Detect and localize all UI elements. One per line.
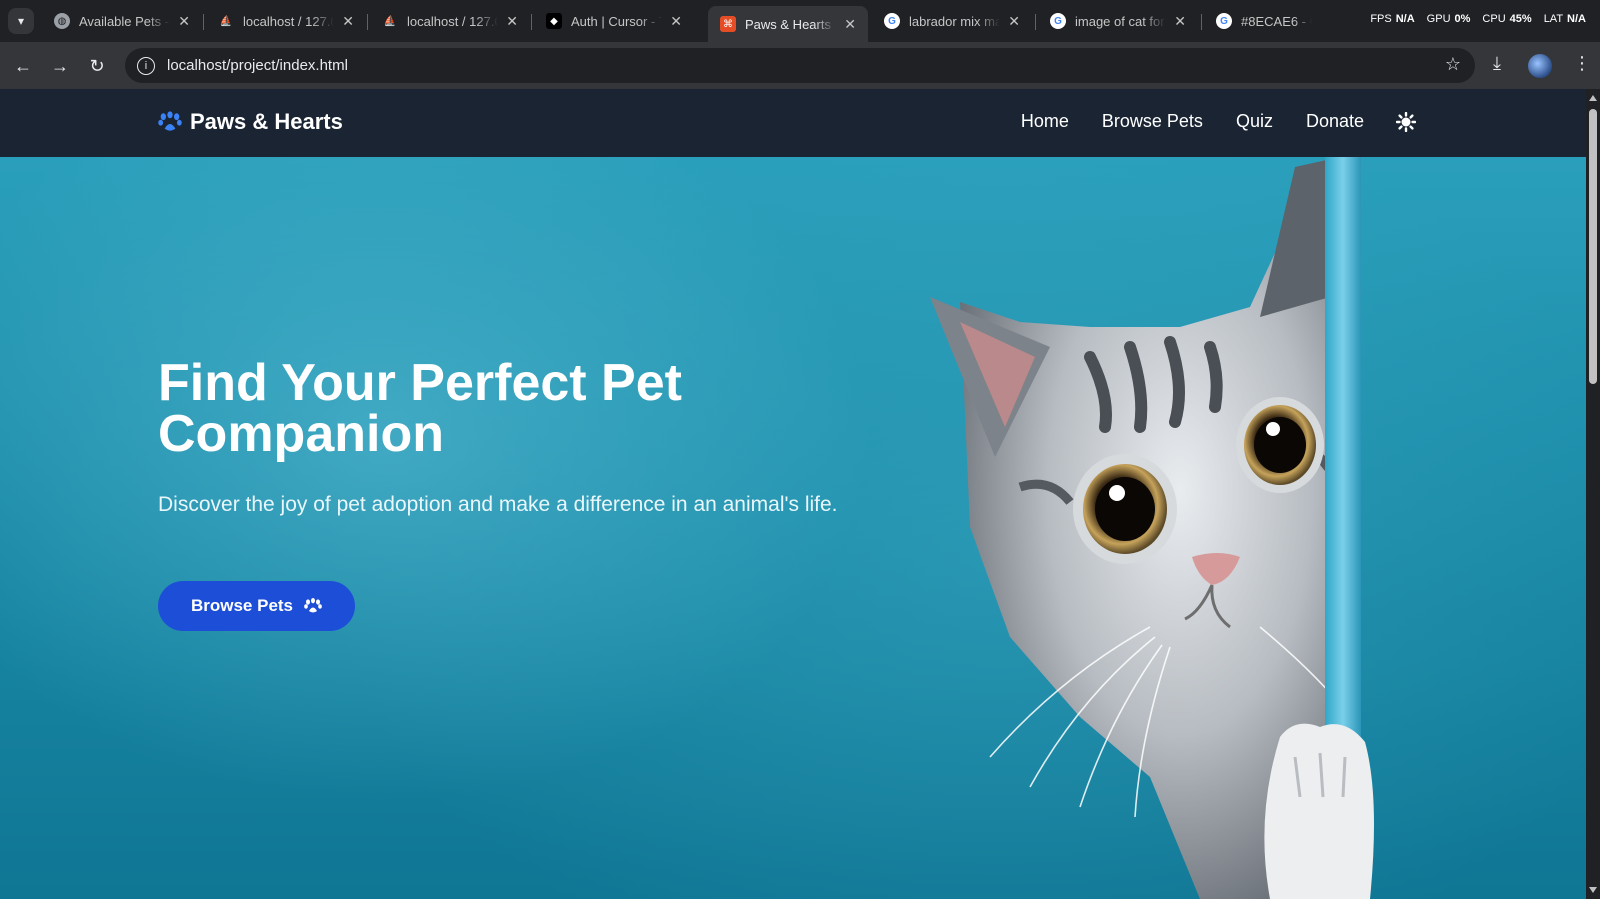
forward-button[interactable]: → [48,54,72,78]
nav-link-donate[interactable]: Donate [1306,111,1364,132]
browser-tab-strip: ▾ ◍ Available Pets - P ✕ ⛵ localhost / 1… [0,0,1600,42]
paw-logo-icon [158,111,182,131]
web-page: Find Your Perfect Pet Companion Discover… [0,89,1586,899]
browser-toolbar: ← → ↻ i localhost/project/index.html ☆ ⤓… [0,42,1600,89]
browser-tab[interactable]: G image of cat for ✕ [1038,6,1198,36]
tab-title: localhost / 127.0.0 [407,13,499,29]
cat-hero-image [930,157,1374,899]
back-button[interactable]: ← [11,54,35,78]
scroll-up-arrow[interactable] [1589,95,1597,101]
theme-toggle-button[interactable] [1396,111,1416,132]
html-icon: ⌘ [720,16,736,32]
tab-title: Available Pets - P [79,13,170,29]
performance-overlay: FPS N/A GPU 0% CPU 45% LAT N/A [1370,13,1586,25]
scroll-down-arrow[interactable] [1589,887,1597,893]
address-bar[interactable]: i localhost/project/index.html ☆ [125,48,1475,83]
google-icon: G [1050,13,1066,29]
close-icon[interactable]: ✕ [342,13,354,30]
more-menu-icon[interactable]: ⋮ [1573,53,1591,74]
hero-title: Find Your Perfect Pet Companion [158,354,682,463]
browser-tab[interactable]: G #8ECAE6 - Goo [1204,6,1324,36]
tab-title: localhost / 127.0.0 [243,13,335,29]
tab-search-button[interactable]: ▾ [8,8,34,34]
profile-avatar[interactable] [1528,54,1552,78]
phpmyadmin-icon: ⛵ [219,15,233,27]
close-icon[interactable]: ✕ [178,13,190,30]
google-icon: G [884,13,900,29]
nav-link-browse-pets[interactable]: Browse Pets [1102,111,1203,132]
browse-pets-button-label: Browse Pets [190,596,294,615]
tab-title: labrador mix ma [909,13,1001,29]
download-icon[interactable]: ⤓ [1493,53,1501,74]
close-icon[interactable]: ✕ [506,13,518,30]
browser-tab[interactable]: ◆ Auth | Cursor - Th ✕ [534,6,694,36]
nav-links: Home Browse Pets Quiz Donate [988,111,1416,132]
close-icon[interactable]: ✕ [844,16,856,33]
hero-section: Find Your Perfect Pet Companion Discover… [0,157,1586,899]
reload-button[interactable]: ↻ [85,54,109,78]
tab-title: image of cat for [1075,13,1165,29]
cursor-icon: ◆ [546,13,562,29]
hero-subtitle: Discover the joy of pet adoption and mak… [158,493,838,516]
close-icon[interactable]: ✕ [1174,13,1186,30]
browser-tab[interactable]: G labrador mix ma ✕ [872,6,1032,36]
tab-title: #8ECAE6 - Goo [1241,13,1312,29]
browser-tab-active[interactable]: ⌘ Paws & Hearts - ✕ [708,6,868,42]
paw-icon [304,598,322,613]
tab-title: Paws & Hearts - [745,16,837,32]
close-icon[interactable]: ✕ [1008,13,1020,30]
scrollbar-thumb[interactable] [1589,109,1597,384]
browser-tab[interactable]: ◍ Available Pets - P ✕ [42,6,202,36]
browse-pets-button[interactable]: Browse Pets [158,581,355,631]
close-icon[interactable]: ✕ [670,13,682,30]
site-info-icon[interactable]: i [137,56,155,75]
nav-link-home[interactable]: Home [1021,111,1069,132]
nav-link-quiz[interactable]: Quiz [1236,111,1273,132]
brand-logo[interactable]: Paws & Hearts [158,109,343,135]
reload-icon: ↻ [89,55,105,76]
chevron-down-icon: ▾ [17,14,25,28]
arrow-right-icon: → [51,55,69,76]
bookmark-star-icon[interactable]: ☆ [1445,54,1461,75]
browser-tab[interactable]: ⛵ localhost / 127.0.0 ✕ [206,6,366,36]
globe-icon: ◍ [54,13,70,29]
url-text: localhost/project/index.html [167,57,348,74]
brand-name: Paws & Hearts [190,109,343,134]
google-icon: G [1216,13,1232,29]
page-scrollbar[interactable] [1586,89,1600,899]
tab-title: Auth | Cursor - Th [571,13,662,29]
phpmyadmin-icon: ⛵ [383,15,397,27]
browser-tab[interactable]: ⛵ localhost / 127.0.0 ✕ [370,6,530,36]
site-navbar: Paws & Hearts Home Browse Pets Quiz Dona… [0,89,1586,157]
sun-icon [1396,111,1416,132]
arrow-left-icon: ← [14,55,32,76]
